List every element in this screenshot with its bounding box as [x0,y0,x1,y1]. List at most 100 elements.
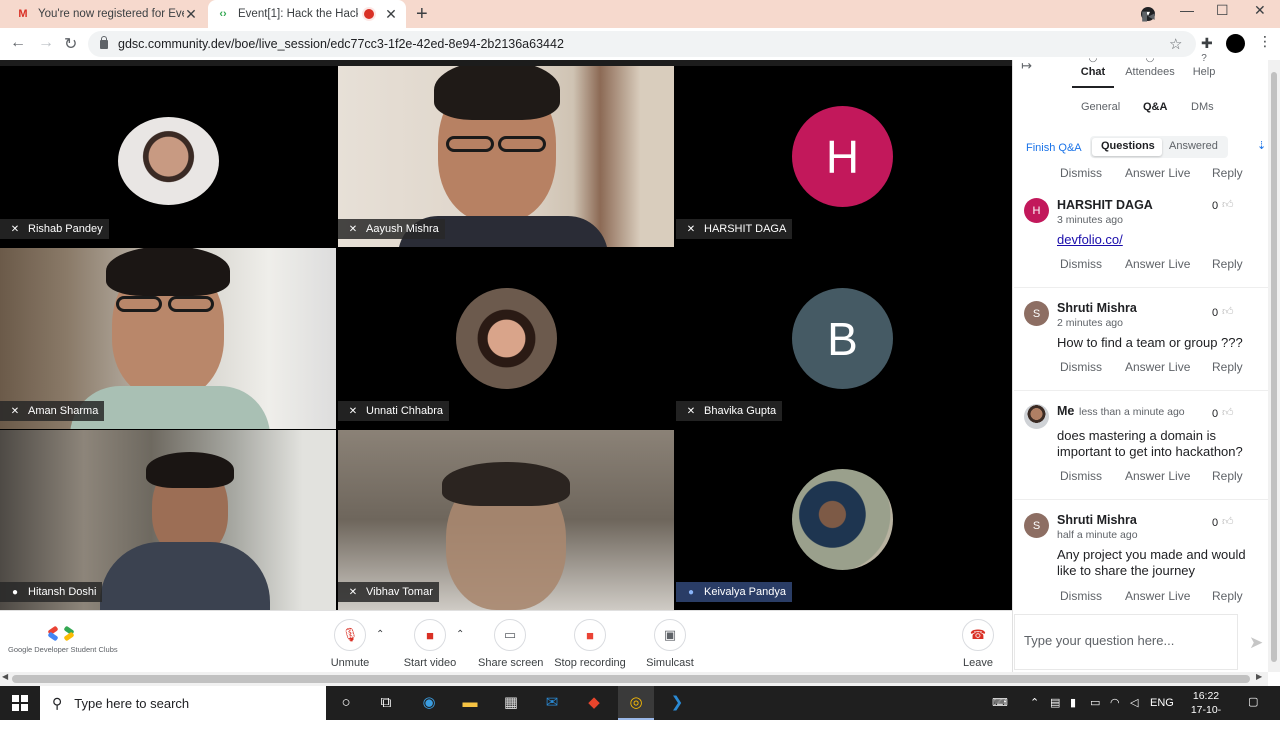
tab-attendees[interactable]: ◡ Attendees [1124,54,1176,79]
start-video-button[interactable]: ■ Start video [402,619,458,669]
back-icon[interactable]: ← [10,34,26,52]
panel-scrollbar[interactable] [1268,60,1280,672]
filter-answered[interactable]: Answered [1169,140,1218,152]
dismiss-button[interactable]: Dismiss [1060,166,1102,180]
dismiss-button[interactable]: Dismiss [1060,469,1102,483]
url-text: gdsc.community.dev/boe/live_session/edc7… [118,37,564,51]
answer-live-button[interactable]: Answer Live [1125,360,1190,374]
edge-icon[interactable]: ◉ [418,693,440,713]
bookmark-star-icon[interactable]: ☆ [1169,35,1182,53]
simulcast-button[interactable]: ▣ Simulcast [644,619,696,669]
answer-live-button[interactable]: Answer Live [1125,257,1190,271]
wifi-icon[interactable]: ◠ [1110,696,1120,709]
unmute-button[interactable]: 🎙 Unmute [328,619,372,669]
task-view-icon[interactable]: ⧉ [375,693,397,713]
subtab-dms[interactable]: DMs [1191,101,1214,113]
answer-live-button[interactable]: Answer Live [1125,166,1190,180]
battery-icon[interactable]: ▭ [1090,696,1100,709]
horizontal-scrollbar[interactable]: ◀ ▶ [0,672,1268,686]
show-hidden-icons[interactable]: ⌃ [1030,696,1039,709]
git-icon[interactable]: ◆ [583,693,605,713]
meet-icon[interactable]: ▤ [1050,696,1060,709]
participant-tile[interactable]: ✕ Aman Sharma [0,248,336,429]
extensions-icon[interactable]: ✚ [1201,35,1213,52]
question-time: half a minute ago [1057,529,1138,541]
file-explorer-icon[interactable]: ▬ [459,693,481,713]
dismiss-button[interactable]: Dismiss [1060,589,1102,603]
close-tab-icon[interactable]: ✕ [184,6,198,23]
question-text[interactable]: devfolio.co/ [1057,232,1257,248]
reply-button[interactable]: Reply [1212,589,1243,603]
store-icon[interactable]: ▦ [500,693,522,713]
stop-recording-button[interactable]: ■ Stop recording [554,619,626,669]
camera-blocked-icon[interactable]: ▮◂ [1141,8,1155,24]
author-avatar: S [1024,513,1049,538]
participant-tile[interactable]: ● Keivalya Pandya [676,430,1012,610]
chevron-up-icon[interactable]: ⌃ [376,629,384,640]
notifications-icon[interactable]: ▢ [1248,695,1258,708]
upvote-icon[interactable]: 👍︎ [1222,305,1234,318]
subtab-qa[interactable]: Q&A [1143,101,1167,113]
vote-count: 0 [1212,517,1219,529]
question-input[interactable] [1024,633,1224,648]
send-icon[interactable]: ➤ [1249,633,1263,653]
forward-icon[interactable]: → [38,34,54,52]
sort-icon[interactable]: ⇣ [1257,139,1266,152]
reply-button[interactable]: Reply [1212,257,1243,271]
participant-tile[interactable]: ✕ Aayush Mishra [338,66,674,247]
reply-button[interactable]: Reply [1212,360,1243,374]
dismiss-button[interactable]: Dismiss [1060,257,1102,271]
tab-chat[interactable]: ◡ Chat [1078,54,1108,79]
maximize-icon[interactable]: ☐ [1216,2,1229,19]
windows-start-icon[interactable] [12,695,28,711]
reply-button[interactable]: Reply [1212,469,1243,483]
new-tab-button[interactable]: + [416,4,428,24]
vscode-icon[interactable]: ❯ [666,693,688,713]
participant-tile[interactable]: ✕ Vibhav Tomar [338,430,674,610]
participant-name-label: ✕ Bhavika Gupta [676,401,783,421]
collapse-panel-icon[interactable]: ↦ [1021,58,1032,74]
dismiss-button[interactable]: Dismiss [1060,360,1102,374]
participant-tile[interactable]: B ✕ Bhavika Gupta [676,248,1012,429]
author-avatar: H [1024,198,1049,223]
keyboard-icon[interactable]: ⌨ [992,696,1008,709]
volume-icon[interactable]: ◁ [1130,696,1138,709]
profile-avatar[interactable] [1226,34,1245,53]
upvote-icon[interactable]: 👍︎ [1222,198,1234,211]
search-icon: ⚲ [52,694,63,711]
reply-button[interactable]: Reply [1212,166,1243,180]
reload-icon[interactable]: ↻ [64,34,77,54]
close-window-icon[interactable]: ✕ [1254,2,1266,19]
close-tab-icon[interactable]: ✕ [384,6,398,23]
participant-tile[interactable]: ● Hitansh Doshi [0,430,336,610]
answer-live-button[interactable]: Answer Live [1125,589,1190,603]
tab-help[interactable]: ? Help [1190,54,1218,79]
participant-tile[interactable]: ✕ Rishab Pandey [0,66,336,247]
answer-live-button[interactable]: Answer Live [1125,469,1190,483]
leave-button[interactable]: ☎ Leave [960,619,996,669]
input-language[interactable]: ENG [1150,697,1174,709]
upvote-icon[interactable]: 👍︎ [1222,515,1234,528]
taskbar-clock[interactable]: 16:22 17-10-2021 [1184,689,1228,731]
browser-tab-event[interactable]: ‹› Event[1]: Hack the Hackathon ✕ [208,0,406,28]
share-screen-button[interactable]: ▭ Share screen [478,619,543,669]
browser-tab-gmail[interactable]: M You're now registered for Event[1]: ✕ [8,0,206,28]
filter-questions[interactable]: Questions [1101,140,1155,152]
address-bar[interactable]: gdsc.community.dev/boe/live_session/edc7… [88,31,1196,57]
finish-qa-link[interactable]: Finish Q&A [1026,142,1082,154]
cortana-icon[interactable]: ○ [335,693,357,713]
participant-tile[interactable]: H ✕ HARSHIT DAGA [676,66,1012,247]
minimize-icon[interactable]: — [1180,2,1194,18]
mail-icon[interactable]: ✉ [541,693,563,713]
upvote-icon[interactable]: 👍︎ [1222,406,1234,419]
question-text: does mastering a domain is important to … [1057,428,1243,459]
browser-menu-icon[interactable]: ⋮ [1258,33,1272,50]
participant-initial-avatar: H [792,106,893,207]
chevron-up-icon[interactable]: ⌃ [456,629,464,640]
microphone-icon[interactable]: ▮ [1070,696,1076,709]
taskbar-search[interactable]: ⚲ Type here to search [40,686,326,720]
question-text: How to find a team or group ??? [1057,335,1243,350]
subtab-general[interactable]: General [1081,101,1120,113]
participant-tile[interactable]: ✕ Unnati Chhabra [338,248,674,429]
question-text: Any project you made and would like to s… [1057,547,1246,578]
